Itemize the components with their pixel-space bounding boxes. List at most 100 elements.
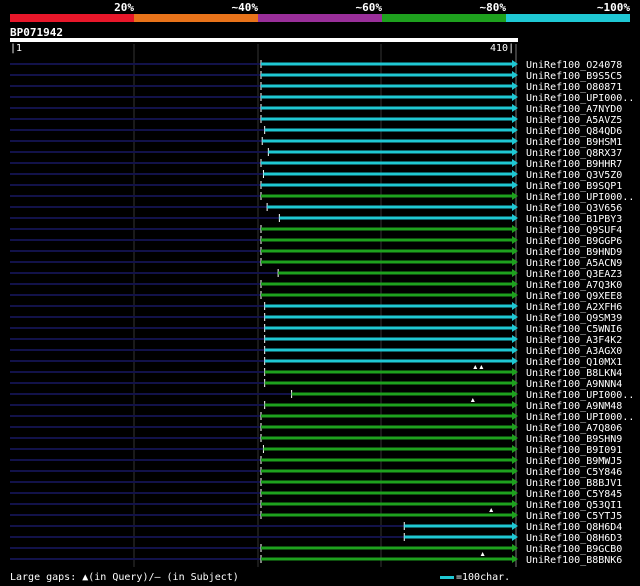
hit-arrow <box>512 148 518 156</box>
hit-arrow <box>512 82 518 90</box>
hit-bar <box>264 326 512 330</box>
hit-label: UniRef100_Q3EAZ3 <box>526 269 622 280</box>
hit-arrow <box>512 511 518 519</box>
hit-label: UniRef100_Q8H6D4 <box>526 522 622 533</box>
hit-label: UniRef100_O80871 <box>526 82 622 93</box>
hit-arrow <box>512 489 518 497</box>
hit-arrow <box>512 401 518 409</box>
hit-arrow <box>512 456 518 464</box>
hit-arrow <box>512 390 518 398</box>
hit-label: UniRef100_A7Q3K0 <box>526 280 622 291</box>
hit-arrow <box>512 60 518 68</box>
hit-bar <box>261 546 512 550</box>
hit-arrow <box>512 247 518 255</box>
hit-label: UniRef100_C5WNI6 <box>526 324 622 335</box>
hit-label: UniRef100_Q3V656 <box>526 203 622 214</box>
hit-arrow <box>512 423 518 431</box>
hit-label: UniRef100_B8BJV1 <box>526 478 622 489</box>
alignment-plot: UniRef100_O24078UniRef100_B9S5C5UniRef10… <box>10 44 634 567</box>
scale-line-icon <box>440 575 454 579</box>
hit-label: UniRef100_B9SQP1 <box>526 181 622 192</box>
hit-bar <box>261 458 512 462</box>
hit-label: UniRef100_B8LKN4 <box>526 368 622 379</box>
hit-label: UniRef100_C5Y846 <box>526 467 622 478</box>
hit-bar <box>264 403 512 407</box>
hit-label: UniRef100_B8BNK6 <box>526 555 622 566</box>
hit-label: UniRef100_A5ACN9 <box>526 258 622 269</box>
hit-bar <box>261 249 512 253</box>
hit-bar <box>267 205 512 209</box>
hit-bar <box>261 436 512 440</box>
hit-arrow <box>512 280 518 288</box>
hit-bar <box>261 502 512 506</box>
hit-label: UniRef100_Q10MX1 <box>526 357 622 368</box>
hit-arrow <box>512 214 518 222</box>
hit-arrow <box>512 478 518 486</box>
hit-label: UniRef100_B9I091 <box>526 445 622 456</box>
hit-bar <box>404 524 512 528</box>
hit-label: UniRef100_UPI000.. <box>526 93 634 104</box>
hit-bar <box>261 95 512 99</box>
hit-arrow <box>512 346 518 354</box>
hit-arrow <box>512 357 518 365</box>
hit-arrow <box>512 368 518 376</box>
hit-label: UniRef100_Q3V5Z0 <box>526 170 622 181</box>
hit-arrow <box>512 159 518 167</box>
hit-bar <box>261 260 512 264</box>
hit-label: UniRef100_Q53QI1 <box>526 500 622 511</box>
hit-bar <box>261 73 512 77</box>
hit-bar <box>261 414 512 418</box>
hit-bar <box>261 106 512 110</box>
hit-bar <box>279 216 512 220</box>
hit-bar <box>261 194 512 198</box>
hit-arrow <box>512 170 518 178</box>
hit-arrow <box>512 225 518 233</box>
hit-arrow <box>512 522 518 530</box>
hit-label: UniRef100_UPI000.. <box>526 412 634 423</box>
hit-bar <box>261 238 512 242</box>
hit-bar <box>261 62 512 66</box>
hit-arrow <box>512 313 518 321</box>
hit-bar <box>264 359 512 363</box>
hit-arrow <box>512 258 518 266</box>
hit-arrow <box>512 544 518 552</box>
hit-label: UniRef100_A3F4K2 <box>526 335 622 346</box>
hit-arrow <box>512 104 518 112</box>
hit-arrow <box>512 115 518 123</box>
scale-legend: =100char. <box>440 572 510 583</box>
gaps-legend: Large gaps: ▲(in Query)/— (in Subject) <box>10 572 239 583</box>
hit-label: UniRef100_A3AGX0 <box>526 346 622 357</box>
hit-bar <box>291 392 512 396</box>
hit-bar <box>262 139 512 143</box>
hit-label: UniRef100_Q9SUF4 <box>526 225 622 236</box>
hit-arrow <box>512 412 518 420</box>
hit-label: UniRef100_B9S5C5 <box>526 71 622 82</box>
hit-label: UniRef100_Q9XEE8 <box>526 291 622 302</box>
hit-bar <box>264 381 512 385</box>
hit-arrow <box>512 379 518 387</box>
hit-arrow <box>512 269 518 277</box>
hit-bar <box>261 183 512 187</box>
hit-arrow <box>512 93 518 101</box>
hit-label: UniRef100_C5Y845 <box>526 489 622 500</box>
hit-label: UniRef100_Q8RX37 <box>526 148 622 159</box>
hit-bar <box>268 150 512 154</box>
hit-bar <box>264 304 512 308</box>
hit-label: UniRef100_B9SHN9 <box>526 434 622 445</box>
hit-bar <box>261 84 512 88</box>
hit-bar <box>261 293 512 297</box>
hit-label: UniRef100_UPI000.. <box>526 192 634 203</box>
hit-label: UniRef100_B9MWJ5 <box>526 456 622 467</box>
hit-label: UniRef100_B1PBY3 <box>526 214 622 225</box>
hit-bar <box>263 172 512 176</box>
hit-bar <box>264 128 512 132</box>
query-gap-marker <box>489 508 494 512</box>
hit-label: UniRef100_A2XFH6 <box>526 302 622 313</box>
hit-bar <box>261 557 512 561</box>
hit-label: UniRef100_B9GGP6 <box>526 236 622 247</box>
hit-label: UniRef100_B9HHR7 <box>526 159 622 170</box>
hit-bar <box>261 117 512 121</box>
hit-arrow <box>512 181 518 189</box>
hit-arrow <box>512 555 518 563</box>
hit-arrow <box>512 500 518 508</box>
